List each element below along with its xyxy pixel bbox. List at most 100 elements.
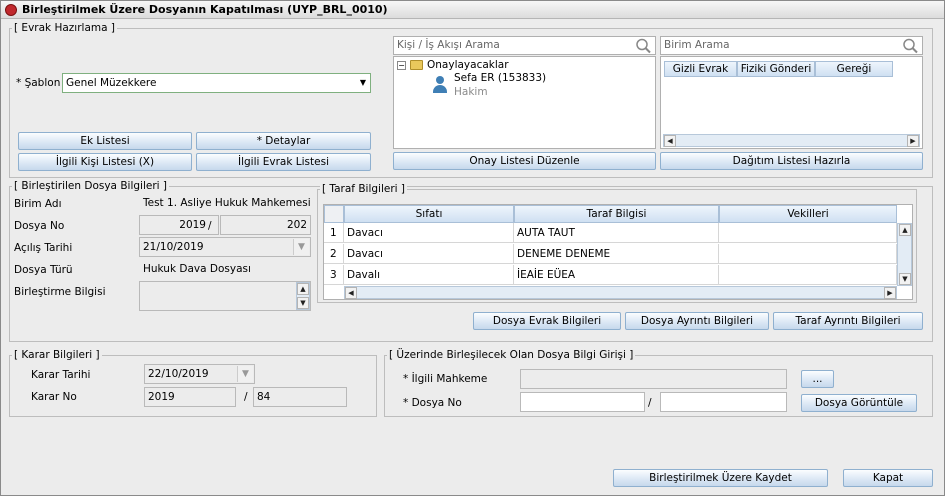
- kapat-button[interactable]: Kapat: [843, 469, 933, 487]
- uzerinde-dosya-no-label: * Dosya No: [403, 397, 462, 409]
- taraf-legend: [ Taraf Bilgileri ]: [320, 183, 407, 195]
- onay-listesi-button[interactable]: Onay Listesi Düzenle: [393, 152, 656, 170]
- row-taraf: AUTA TAUT: [514, 223, 719, 243]
- row-taraf: DENEME DENEME: [514, 244, 719, 264]
- scroll-right-icon[interactable]: ▶: [907, 135, 919, 147]
- uzerinde-dosya-yil-input[interactable]: [520, 392, 645, 412]
- dosya-goruntule-button[interactable]: Dosya Görüntüle: [801, 394, 917, 412]
- table-row[interactable]: 2 Davacı DENEME DENEME: [324, 244, 897, 265]
- tree-root-label[interactable]: Onaylayacaklar: [427, 59, 509, 71]
- dosya-no-separator: /: [208, 220, 212, 232]
- ilgili-kisi-button[interactable]: İlgili Kişi Listesi (X): [18, 153, 192, 171]
- kisi-search-placeholder: Kişi / İş Akışı Arama: [397, 39, 500, 51]
- birlestirme-vscrollbar[interactable]: ▲ ▼: [296, 282, 310, 310]
- row-vekil: [719, 265, 897, 285]
- sablon-select[interactable]: Genel Müzekkere ▼: [62, 73, 371, 93]
- birlestirme-label: Birleştirme Bilgisi: [14, 286, 106, 298]
- uzerinde-legend: [ Üzerinde Birleşilecek Olan Dosya Bilgi…: [387, 349, 636, 361]
- chevron-down-icon: ▼: [359, 78, 366, 87]
- chevron-down-icon: ▼: [293, 239, 309, 255]
- taraf-header-sifat[interactable]: Sıfatı: [344, 205, 514, 223]
- taraf-header-taraf[interactable]: Taraf Bilgisi: [514, 205, 719, 223]
- search-icon[interactable]: [902, 38, 920, 54]
- dosya-sira-field: 202: [220, 215, 311, 235]
- person-icon: [432, 76, 448, 94]
- dosya-yil-value: 2019: [179, 219, 206, 231]
- mahkeme-browse-button[interactable]: ...: [801, 370, 834, 388]
- acilis-tarihi-label: Açılış Tarihi: [14, 242, 73, 254]
- scroll-right-icon[interactable]: ▶: [884, 287, 896, 299]
- row-sifat: Davacı: [344, 223, 514, 243]
- row-number: 2: [324, 244, 344, 264]
- birim-header-geregi[interactable]: Gereği: [815, 61, 893, 77]
- title-bar: Birleştirilmek Üzere Dosyanın Kapatılmas…: [1, 1, 944, 19]
- birlestirme-textarea[interactable]: ▲ ▼: [139, 281, 311, 311]
- taraf-header-corner: [324, 205, 344, 223]
- karar-tarihi-value: 22/10/2019: [148, 368, 209, 380]
- scroll-down-icon[interactable]: ▼: [297, 297, 309, 309]
- karar-no-yil: 2019: [144, 387, 236, 407]
- birlestir-kaydet-button[interactable]: Birleştirilmek Üzere Kaydet: [613, 469, 828, 487]
- birim-hscrollbar[interactable]: ◀ ▶: [663, 134, 920, 147]
- karar-no-sira: 84: [253, 387, 347, 407]
- detaylar-button[interactable]: * Detaylar: [196, 132, 371, 150]
- folder-icon: [410, 60, 423, 70]
- dagitim-listesi-button[interactable]: Dağıtım Listesi Hazırla: [660, 152, 923, 170]
- row-vekil: [719, 223, 897, 243]
- sablon-value: Genel Müzekkere: [66, 77, 157, 89]
- row-number: 3: [324, 265, 344, 285]
- scroll-up-icon[interactable]: ▲: [899, 224, 911, 236]
- birim-search-placeholder: Birim Arama: [664, 39, 730, 51]
- acilis-tarihi-value: 21/10/2019: [143, 241, 204, 253]
- dosya-ayrinti-button[interactable]: Dosya Ayrıntı Bilgileri: [625, 312, 769, 330]
- birim-table: Gizli Evrak Fiziki Gönderi Gereği ◀ ▶: [660, 56, 923, 149]
- uzerinde-dosya-sira-input[interactable]: [660, 392, 787, 412]
- search-icon[interactable]: [635, 38, 653, 54]
- row-number: 1: [324, 223, 344, 243]
- karar-tarihi-field: 22/10/2019 ▼: [144, 364, 255, 384]
- scroll-left-icon[interactable]: ◀: [345, 287, 357, 299]
- row-sifat: Davacı: [344, 244, 514, 264]
- dosya-evrak-button[interactable]: Dosya Evrak Bilgileri: [473, 312, 621, 330]
- sablon-label: * Şablon: [16, 77, 61, 89]
- karar-tarihi-label: Karar Tarihi: [31, 369, 91, 381]
- taraf-header-vekil[interactable]: Vekilleri: [719, 205, 897, 223]
- tree-collapse-icon[interactable]: −: [397, 61, 406, 70]
- karar-legend: [ Karar Bilgileri ]: [12, 349, 102, 361]
- dosya-turu-label: Dosya Türü: [14, 264, 73, 276]
- birim-header-fiziki[interactable]: Fiziki Gönderi: [737, 61, 815, 77]
- birim-adi-label: Birim Adı: [14, 198, 62, 210]
- karar-no-separator: /: [244, 391, 248, 403]
- table-row[interactable]: 1 Davacı AUTA TAUT: [324, 223, 897, 244]
- tree-person-role: Hakim: [454, 86, 488, 98]
- window-title: Birleştirilmek Üzere Dosyanın Kapatılmas…: [22, 3, 388, 16]
- ilgili-mahkeme-label: * İlgili Mahkeme: [403, 373, 488, 385]
- row-taraf: İEAİE EÜEA: [514, 265, 719, 285]
- uzerinde-dosya-separator: /: [648, 397, 652, 409]
- ilgili-mahkeme-field[interactable]: [520, 369, 787, 389]
- taraf-table: Sıfatı Taraf Bilgisi Vekilleri 1 Davacı …: [323, 204, 913, 300]
- row-sifat: Davalı: [344, 265, 514, 285]
- kisi-search-box[interactable]: Kişi / İş Akışı Arama: [393, 36, 656, 55]
- scroll-up-icon[interactable]: ▲: [297, 283, 309, 295]
- taraf-ayrinti-button[interactable]: Taraf Ayrıntı Bilgileri: [773, 312, 923, 330]
- birim-header-gizli[interactable]: Gizli Evrak: [664, 61, 737, 77]
- scroll-down-icon[interactable]: ▼: [899, 273, 911, 285]
- taraf-hscrollbar[interactable]: ◀ ▶: [344, 286, 897, 299]
- row-vekil: [719, 244, 897, 264]
- dosya-yil-field: 2019: [139, 215, 219, 235]
- chevron-down-icon: ▼: [237, 366, 253, 382]
- table-row[interactable]: 3 Davalı İEAİE EÜEA: [324, 265, 897, 286]
- birim-adi-value: Test 1. Asliye Hukuk Mahkemesi: [139, 193, 311, 213]
- ek-listesi-button[interactable]: Ek Listesi: [18, 132, 192, 150]
- birim-search-box[interactable]: Birim Arama: [660, 36, 923, 55]
- tree-person-name[interactable]: Sefa ER (153833): [454, 72, 546, 84]
- main-window: Birleştirilmek Üzere Dosyanın Kapatılmas…: [0, 0, 945, 496]
- ilgili-evrak-button[interactable]: İlgili Evrak Listesi: [196, 153, 371, 171]
- scroll-left-icon[interactable]: ◀: [664, 135, 676, 147]
- taraf-vscrollbar[interactable]: ▲ ▼: [897, 223, 912, 286]
- dosya-turu-value: Hukuk Dava Dosyası: [139, 259, 311, 279]
- app-logo-icon: [5, 4, 17, 16]
- onay-tree: − Onaylayacaklar Sefa ER (153833) Hakim: [393, 56, 656, 149]
- dosya-no-label: Dosya No: [14, 220, 65, 232]
